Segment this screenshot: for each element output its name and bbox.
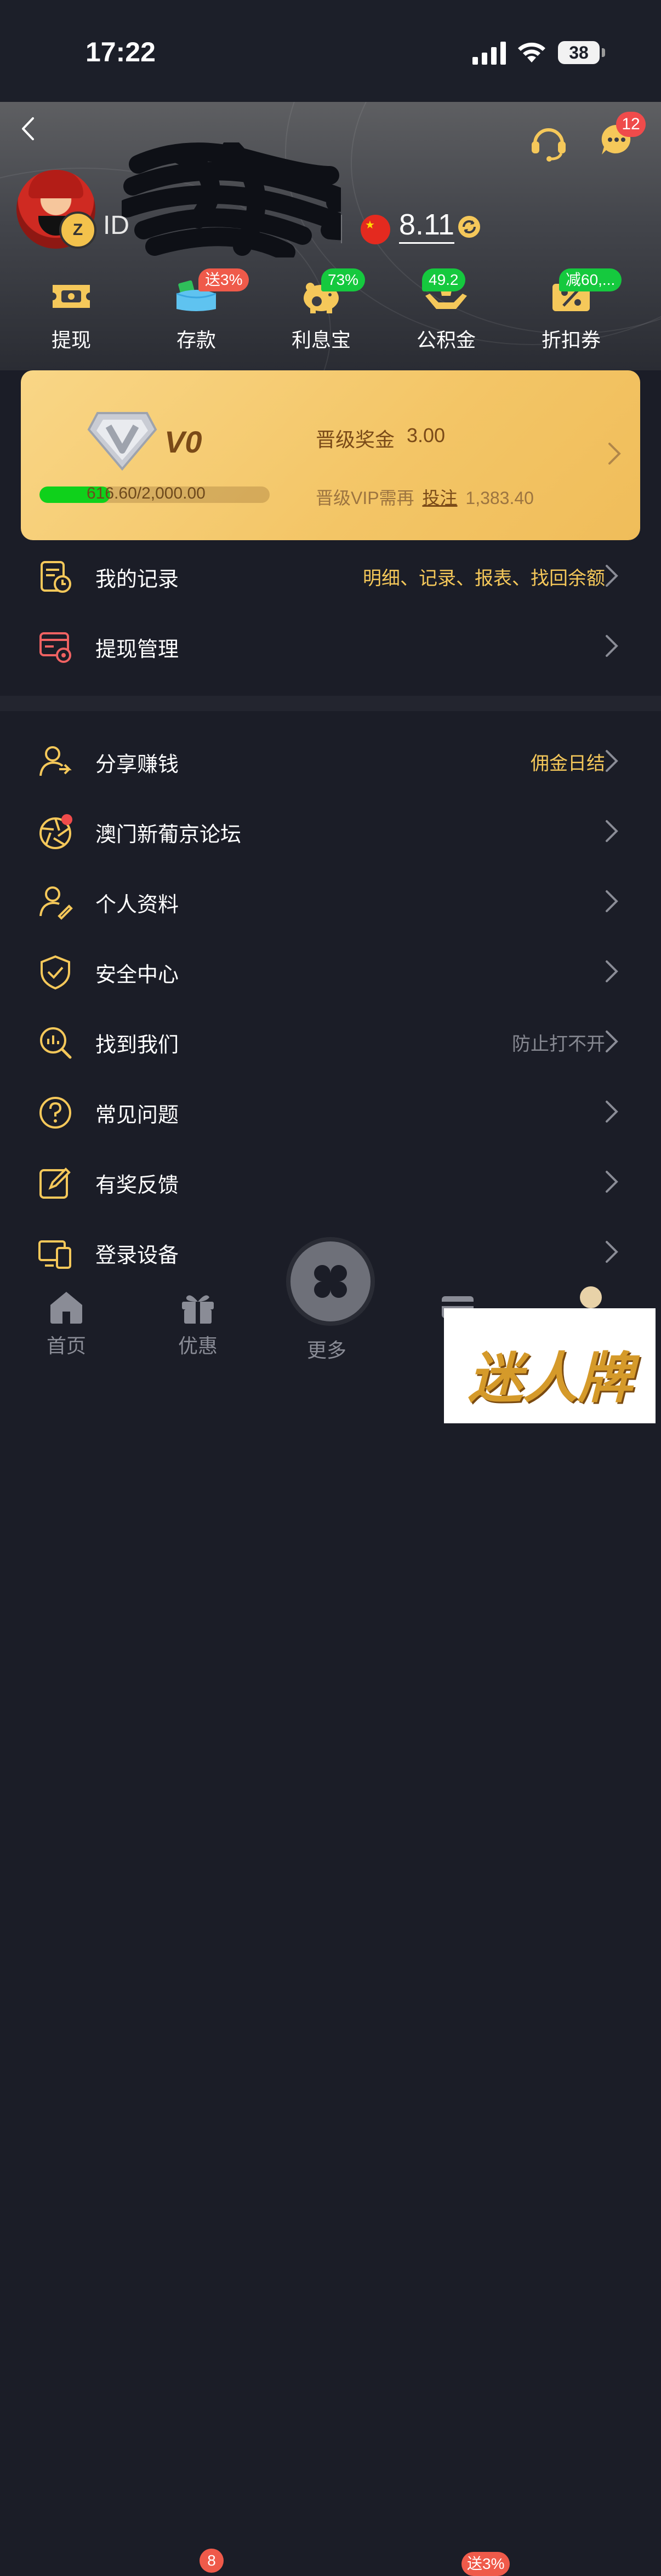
account-balance[interactable]: 8.11 [399, 207, 455, 244]
chevron-right-icon [606, 890, 618, 912]
china-flag-icon: ★ [361, 215, 390, 244]
menu-note: 防止打不开 [512, 1034, 605, 1055]
edit-pen-icon [39, 1167, 71, 1199]
fund-value-badge: 49.2 [422, 268, 465, 291]
menu-note: 佣金日结 [531, 753, 605, 774]
deposit-bonus-badge: 送3% [198, 268, 249, 291]
gift-icon [182, 1295, 214, 1324]
coupon-discount-badge: 减60,... [559, 268, 622, 291]
interest-rate-badge: 73% [321, 268, 366, 291]
vip-level: V0 [164, 425, 202, 459]
menu-item-find-us[interactable]: 找到我们 防止打不开 [0, 1011, 661, 1072]
menu-item-forum[interactable]: 澳门新葡京论坛 [0, 801, 661, 861]
chevron-right-icon [606, 960, 618, 982]
back-arrow-icon[interactable] [16, 115, 38, 142]
menu-item-withdraw-management[interactable]: 提现管理 [0, 616, 661, 676]
battery-indicator: 38 [558, 41, 600, 64]
floating-assistant-dot[interactable] [580, 1286, 602, 1308]
chevron-right-icon [606, 565, 618, 587]
deposit-bonus-tab-badge: 送3% [461, 2552, 510, 2576]
chevron-right-icon [608, 443, 621, 465]
clover-grid-icon [314, 1265, 347, 1298]
chevron-right-icon [606, 820, 618, 842]
tab-label: 优惠 [178, 1335, 218, 1357]
withdraw-settings-card-icon [39, 632, 71, 663]
tab-promotions[interactable]: 优惠 [157, 1290, 239, 1359]
watermark-logo: 迷人牌 [444, 1308, 656, 1423]
home-icon [50, 1292, 82, 1324]
vip-card[interactable]: V0 616.60/2,000.00 晋级奖金 3.00 晋级VIP需再 投注 … [21, 370, 640, 540]
search-magnifier-icon [40, 1027, 72, 1059]
promotion-bonus-value: 3.00 [407, 424, 446, 446]
menu-item-share-earn[interactable]: 分享赚钱 佣金日结 [0, 731, 661, 791]
vip-requirement: 晋级VIP需再 投注 1,383.40 [316, 484, 534, 510]
chevron-right-icon [606, 750, 618, 772]
chevron-right-icon [606, 1031, 618, 1052]
message-count-badge: 12 [616, 112, 646, 137]
aperture-forum-icon [39, 814, 72, 849]
user-edit-icon [39, 886, 73, 920]
refresh-icon[interactable] [456, 214, 482, 240]
battery-tip [602, 48, 605, 57]
profile-header: 12 Z ID ★ 8.11 提现 存款 送3% 利息宝 73% 公积金 49.… [0, 102, 661, 370]
status-time: 17:22 [86, 37, 156, 67]
vip-requirement-prefix: 晋级VIP需再 [316, 488, 414, 508]
chevron-right-icon [606, 1171, 618, 1193]
menu-label: 常见问题 [95, 1104, 179, 1127]
quick-action-withdraw[interactable]: 提现 [27, 277, 115, 359]
menu-note: 明细、记录、报表、找回余额 [363, 568, 605, 589]
menu-item-security-center[interactable]: 安全中心 [0, 941, 661, 1001]
menu-label: 安全中心 [95, 964, 179, 987]
tab-label: 首页 [46, 1335, 86, 1357]
menu-label: 澳门新葡京论坛 [95, 823, 242, 846]
menu-item-faq[interactable]: 常见问题 [0, 1081, 661, 1142]
quick-action-label: 利息宝 [291, 329, 351, 351]
menu-label: 个人资料 [95, 894, 179, 917]
cellular-signal-icon [472, 42, 506, 65]
devices-icon [38, 1240, 71, 1269]
more-label: 更多 [307, 1339, 347, 1361]
header-divider [341, 215, 342, 243]
quick-action-label: 公积金 [416, 329, 476, 351]
quick-action-label: 折扣券 [541, 329, 601, 351]
menu-label: 找到我们 [95, 1034, 179, 1057]
tab-home[interactable]: 首页 [25, 1290, 107, 1359]
menu-label: 分享赚钱 [95, 753, 179, 776]
quick-action-interest[interactable]: 利息宝 73% [277, 268, 366, 359]
question-circle-icon [39, 1097, 71, 1129]
menu-item-profile[interactable]: 个人资料 [0, 871, 661, 931]
withdraw-ticket-icon [53, 285, 90, 308]
status-bar: 17:22 38 [0, 0, 661, 102]
quick-action-deposit[interactable]: 存款 送3% [152, 268, 249, 359]
quick-action-fund[interactable]: 公积金 49.2 [402, 268, 490, 359]
user-level-icon: Z [59, 211, 96, 249]
promotion-bonus-label: 晋级奖金 [316, 428, 395, 451]
section-divider [0, 696, 661, 711]
menu-label: 我的记录 [95, 568, 179, 591]
watermark-text: 迷人牌 [468, 1346, 632, 1410]
menu-item-my-records[interactable]: 我的记录 明细、记录、报表、找回余额 [0, 546, 661, 606]
menu-label: 提现管理 [95, 638, 179, 661]
more-button[interactable] [286, 1237, 375, 1326]
vip-progress-text: 616.60/2,000.00 [87, 484, 206, 502]
quick-action-label: 存款 [176, 329, 216, 351]
customer-service-headset-icon[interactable] [528, 122, 569, 162]
redaction-scribble [122, 142, 341, 257]
records-document-icon [41, 561, 71, 593]
menu-label: 登录设备 [95, 1244, 179, 1267]
wifi-icon [518, 42, 545, 62]
chevron-right-icon [606, 1241, 618, 1263]
menu-item-feedback[interactable]: 有奖反馈 [0, 1152, 661, 1212]
quick-action-coupon[interactable]: 折扣券 减60,... [527, 268, 622, 359]
quick-action-label: 提现 [51, 329, 91, 351]
share-user-icon [39, 746, 72, 776]
vip-requirement-amount: 1,383.40 [465, 488, 534, 508]
menu-label: 有奖反馈 [95, 1174, 179, 1197]
shield-check-icon [41, 955, 70, 990]
chevron-right-icon [606, 635, 618, 657]
promo-count-badge: 8 [200, 2549, 224, 2573]
bet-link[interactable]: 投注 [422, 488, 457, 508]
vip-shield-medal-icon [87, 412, 157, 471]
chevron-right-icon [606, 1101, 618, 1123]
